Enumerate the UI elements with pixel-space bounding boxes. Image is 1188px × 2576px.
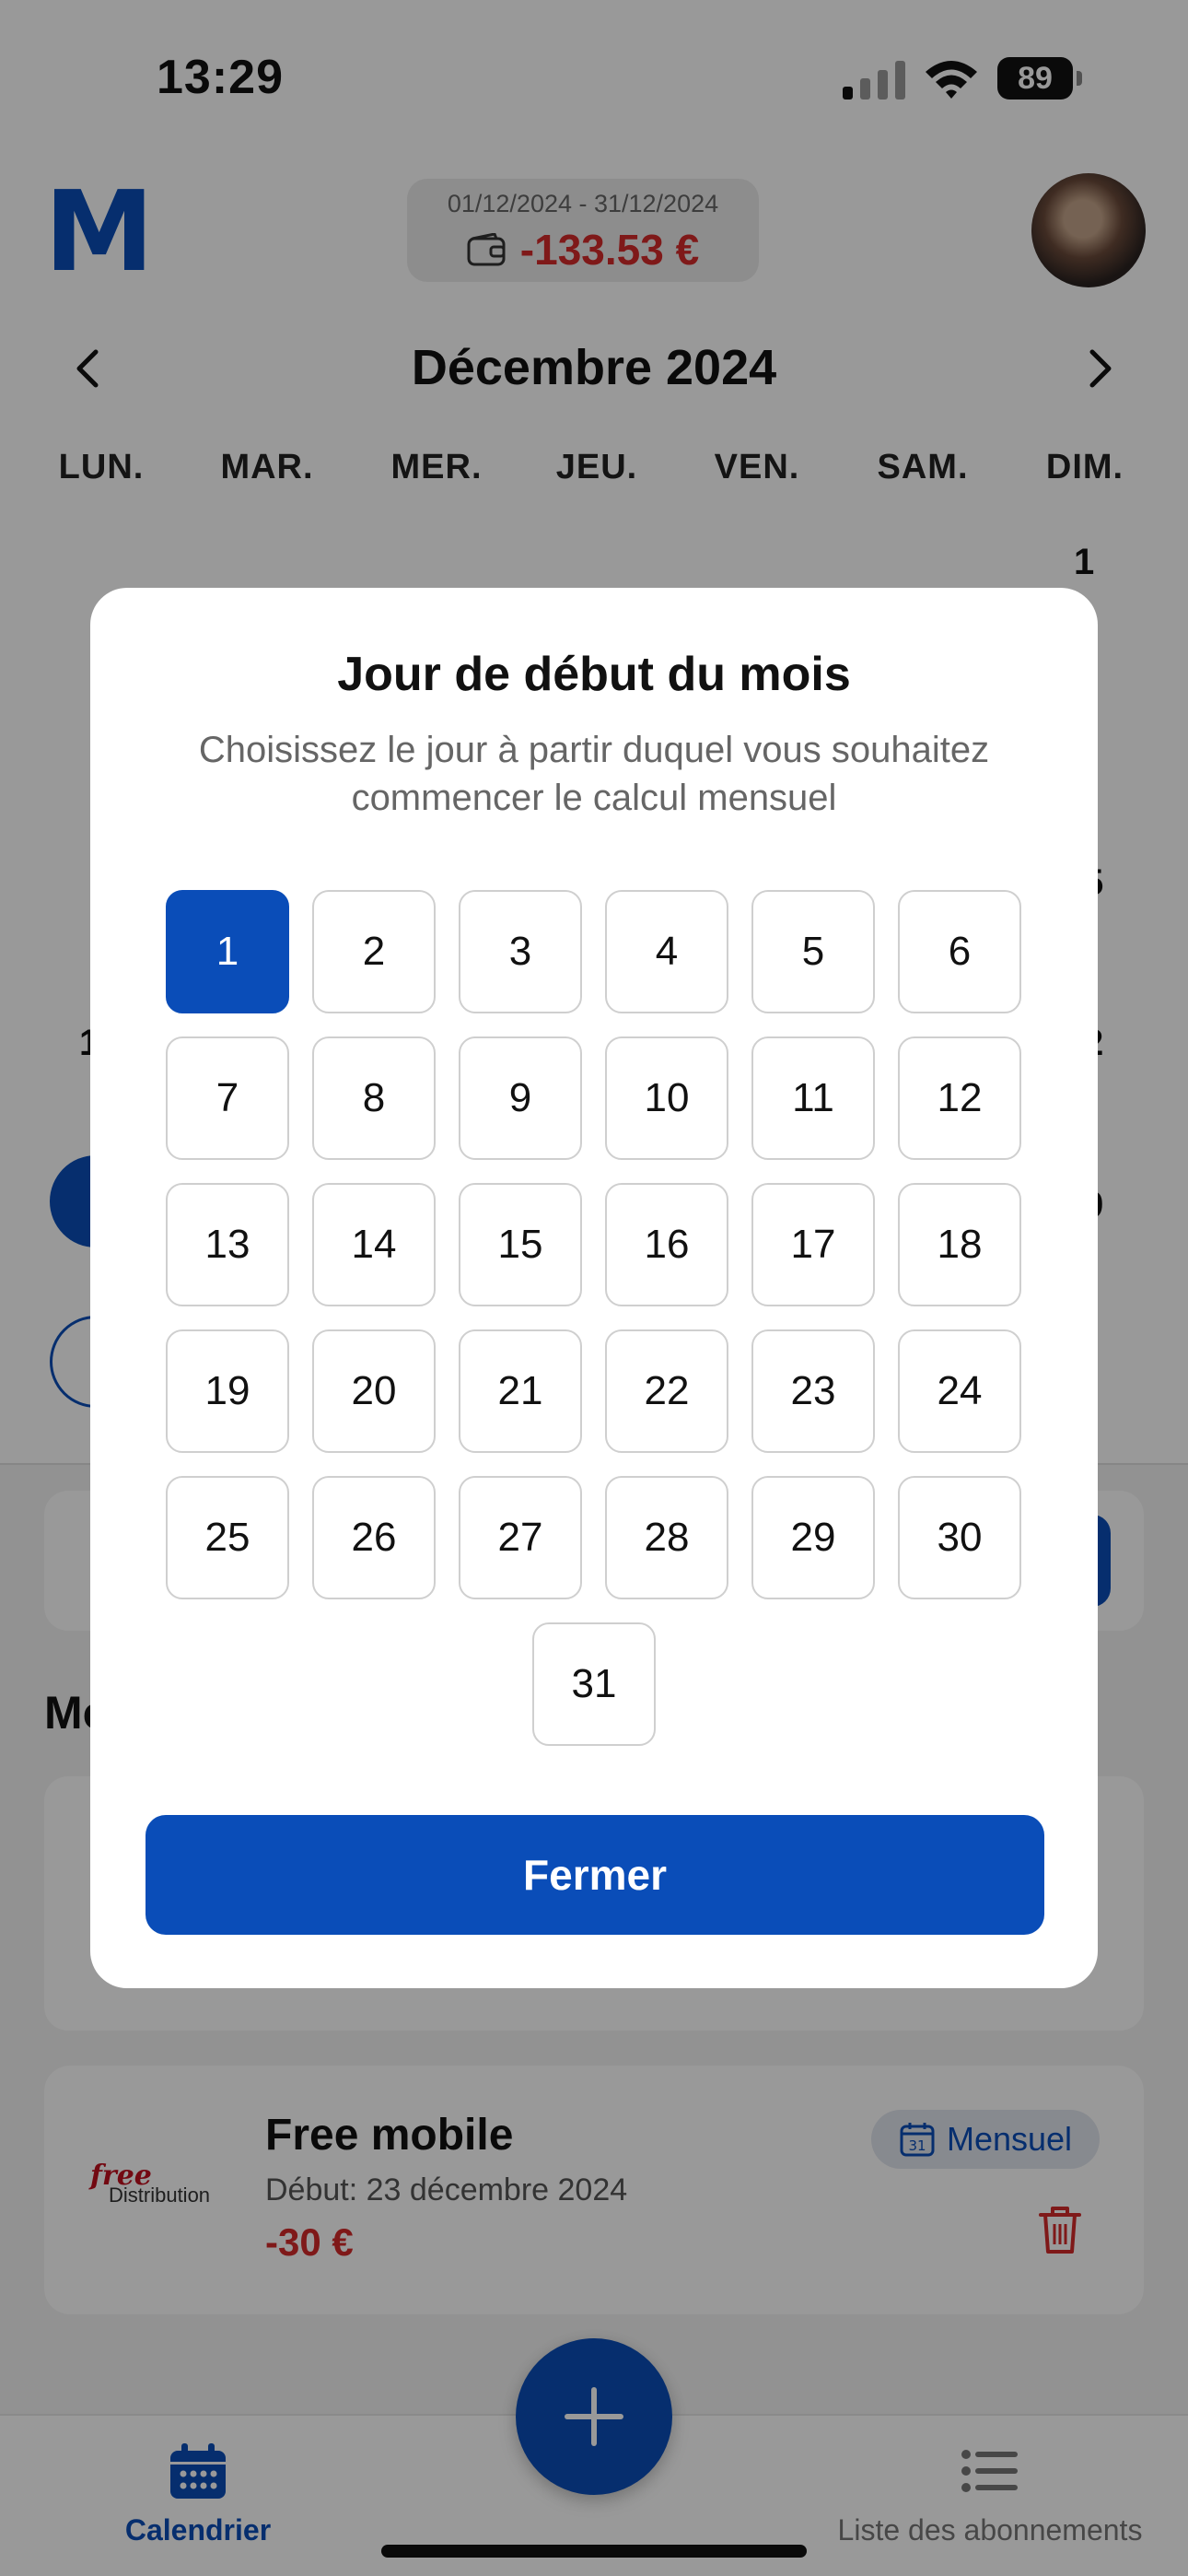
- day-option[interactable]: 20: [312, 1329, 436, 1453]
- modal-title: Jour de début du mois: [337, 648, 851, 701]
- day-option[interactable]: 28: [605, 1476, 728, 1599]
- start-day-modal: Jour de début du mois Choisissez le jour…: [90, 588, 1098, 1988]
- day-option[interactable]: 12: [898, 1036, 1021, 1160]
- day-grid: 1 2 3 4 5 6 7 8 9 10 11 12 13 14 15 16 17 18 19 20 21 22 23 24 2…: [166, 890, 1022, 1746]
- day-option[interactable]: 29: [751, 1476, 875, 1599]
- day-option[interactable]: 24: [898, 1329, 1021, 1453]
- day-option[interactable]: 1: [166, 890, 289, 1013]
- day-option[interactable]: 11: [751, 1036, 875, 1160]
- day-option[interactable]: 7: [166, 1036, 289, 1160]
- day-option[interactable]: 3: [459, 890, 582, 1013]
- day-option[interactable]: 26: [312, 1476, 436, 1599]
- day-option[interactable]: 4: [605, 890, 728, 1013]
- day-option[interactable]: 10: [605, 1036, 728, 1160]
- day-option[interactable]: 16: [605, 1183, 728, 1306]
- day-option[interactable]: 21: [459, 1329, 582, 1453]
- day-option[interactable]: 2: [312, 890, 436, 1013]
- day-option[interactable]: 6: [898, 890, 1021, 1013]
- day-option[interactable]: 25: [166, 1476, 289, 1599]
- day-option[interactable]: 8: [312, 1036, 436, 1160]
- close-button[interactable]: Fermer: [146, 1815, 1044, 1935]
- day-option[interactable]: 5: [751, 890, 875, 1013]
- day-option[interactable]: 19: [166, 1329, 289, 1453]
- day-option[interactable]: 30: [898, 1476, 1021, 1599]
- day-option[interactable]: 9: [459, 1036, 582, 1160]
- day-option[interactable]: 31: [532, 1622, 656, 1746]
- day-option[interactable]: 13: [166, 1183, 289, 1306]
- day-option[interactable]: 18: [898, 1183, 1021, 1306]
- day-option[interactable]: 15: [459, 1183, 582, 1306]
- day-option[interactable]: 23: [751, 1329, 875, 1453]
- day-option[interactable]: 14: [312, 1183, 436, 1306]
- day-option[interactable]: 22: [605, 1329, 728, 1453]
- modal-subtitle: Choisissez le jour à partir duquel vous …: [198, 730, 990, 818]
- day-option[interactable]: 27: [459, 1476, 582, 1599]
- day-option[interactable]: 17: [751, 1183, 875, 1306]
